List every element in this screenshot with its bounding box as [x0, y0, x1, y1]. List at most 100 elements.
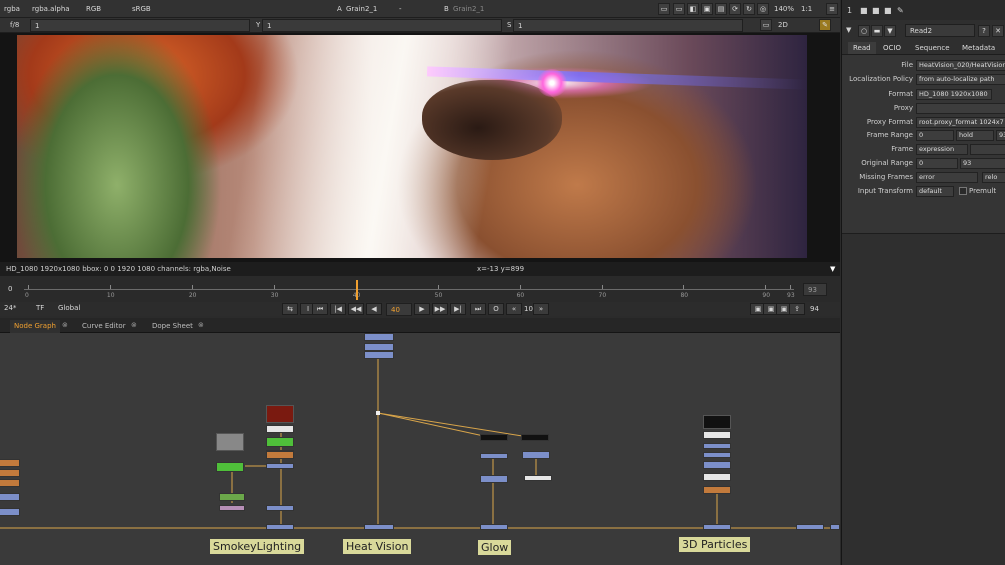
- proxy-field[interactable]: [916, 103, 1005, 114]
- backdrop-glow[interactable]: Glow: [478, 540, 512, 555]
- collapse-icon[interactable]: ▼: [846, 26, 851, 34]
- graph-node[interactable]: [703, 473, 731, 481]
- a-input-dropdown[interactable]: Grain2_1: [342, 3, 381, 16]
- graph-node[interactable]: [703, 452, 731, 458]
- file-path-field[interactable]: HeatVision_020/HeatVision: [916, 60, 1005, 71]
- tab-metadata[interactable]: Metadata: [957, 42, 1000, 54]
- tab-node-graph[interactable]: Node Graph: [10, 320, 60, 333]
- reload-button[interactable]: relo: [982, 172, 1005, 183]
- viewer-panel[interactable]: [0, 33, 840, 262]
- last-frame-icon[interactable]: ⏭: [470, 303, 486, 315]
- close-icon[interactable]: ⊗: [62, 321, 68, 329]
- graph-node[interactable]: [480, 434, 508, 441]
- localization-policy-dropdown[interactable]: from auto-localize path: [916, 74, 1005, 85]
- close-icon[interactable]: ⊗: [198, 321, 204, 329]
- zoom-dropdown[interactable]: 140%: [770, 3, 798, 16]
- tab-dope-sheet[interactable]: Dope Sheet: [148, 320, 197, 333]
- graph-node[interactable]: [703, 443, 731, 449]
- tab-read[interactable]: Read: [848, 42, 876, 54]
- graph-node[interactable]: [219, 493, 245, 501]
- settings-icon[interactable]: ≡: [826, 3, 838, 15]
- graph-node[interactable]: [703, 431, 731, 439]
- node-graph[interactable]: SmokeyLighting Heat Vision Glow 3D Parti…: [0, 333, 840, 565]
- close-panel-icon[interactable]: ✕: [992, 25, 1004, 37]
- compare-op-dropdown[interactable]: -: [395, 3, 406, 16]
- graph-node[interactable]: [219, 505, 245, 511]
- node-display-icon[interactable]: ▬: [871, 25, 883, 37]
- graph-node[interactable]: [266, 437, 294, 447]
- graph-node[interactable]: [216, 462, 244, 472]
- graph-node[interactable]: [364, 351, 394, 359]
- graph-node[interactable]: [0, 493, 20, 501]
- backdrop-smokey-lighting[interactable]: SmokeyLighting: [210, 539, 305, 554]
- current-frame-field[interactable]: 40: [386, 303, 412, 316]
- graph-node[interactable]: [0, 459, 20, 467]
- graph-node[interactable]: [0, 508, 20, 516]
- edit-icon[interactable]: ✎: [897, 6, 904, 15]
- frame-value-field[interactable]: [970, 144, 1005, 155]
- graph-node[interactable]: [522, 451, 550, 459]
- wipe-icon[interactable]: ▭: [673, 3, 685, 15]
- roi-icon[interactable]: ▭: [658, 3, 670, 15]
- graph-node[interactable]: [266, 463, 294, 469]
- scope-dropdown[interactable]: Global: [54, 302, 84, 315]
- view-mode-dropdown[interactable]: 2D: [774, 19, 792, 32]
- lut-dropdown[interactable]: sRGB: [128, 3, 155, 16]
- graph-node[interactable]: [364, 343, 394, 351]
- format-dropdown[interactable]: HD_1080 1920x1080: [916, 89, 992, 100]
- graph-node[interactable]: [266, 451, 294, 459]
- caret-down-icon[interactable]: ▼: [830, 262, 835, 276]
- pencil-icon[interactable]: ✎: [819, 19, 831, 31]
- play-icon[interactable]: ▶: [414, 303, 430, 315]
- node-name-field[interactable]: Read2: [905, 24, 975, 37]
- graph-node[interactable]: [364, 524, 394, 530]
- timeline-end[interactable]: 93: [803, 283, 827, 296]
- read-node-thumbnail[interactable]: [266, 405, 294, 423]
- viewer-image[interactable]: [17, 35, 807, 258]
- graph-node[interactable]: [703, 524, 731, 530]
- lock-icon[interactable]: ■: [860, 6, 868, 15]
- refresh-icon[interactable]: ↻: [743, 3, 755, 15]
- alpha-dropdown[interactable]: rgba.alpha: [28, 3, 74, 16]
- graph-node[interactable]: [266, 524, 294, 530]
- colorspace-dropdown[interactable]: RGB: [82, 3, 105, 16]
- premult-checkbox[interactable]: [959, 187, 967, 195]
- next-keyframe-icon[interactable]: ▶|: [450, 303, 466, 315]
- timeline-ruler[interactable]: [24, 289, 794, 290]
- lock-icon[interactable]: ◎: [757, 3, 769, 15]
- s-field[interactable]: 1: [513, 19, 743, 32]
- help-icon[interactable]: ?: [978, 25, 990, 37]
- frame-range-end-field[interactable]: 93: [996, 130, 1005, 141]
- graph-node[interactable]: [796, 524, 824, 530]
- graph-node[interactable]: [703, 461, 731, 469]
- timeline[interactable]: 0 010203040506070809093 93: [0, 276, 840, 302]
- step-back-icon[interactable]: ◀◀: [348, 303, 364, 315]
- missing-frames-dropdown[interactable]: error: [916, 172, 978, 183]
- channels-dropdown[interactable]: rgba: [0, 3, 24, 16]
- original-range-start-field[interactable]: 0: [916, 158, 958, 169]
- graph-node[interactable]: [480, 453, 508, 459]
- gamma-field[interactable]: 1: [262, 19, 502, 32]
- overlay-icon[interactable]: ◧: [687, 3, 699, 15]
- frame-mode-dropdown[interactable]: expression: [916, 144, 968, 155]
- graph-node[interactable]: [0, 479, 20, 487]
- export-icon[interactable]: ⇪: [789, 303, 805, 315]
- close-icon[interactable]: ⊗: [131, 321, 137, 329]
- fps-dropdown[interactable]: 24*: [0, 302, 20, 315]
- frame-icon[interactable]: ▭: [760, 19, 772, 31]
- tab-sequence[interactable]: Sequence: [910, 42, 955, 54]
- bounce-icon[interactable]: ⇆: [282, 303, 298, 315]
- clear-icon[interactable]: ■: [872, 6, 880, 15]
- graph-node[interactable]: [521, 434, 549, 441]
- playhead[interactable]: [355, 280, 358, 300]
- node-mask-icon[interactable]: ▼: [884, 25, 896, 37]
- prev-keyframe-icon[interactable]: |◀: [330, 303, 346, 315]
- graph-node[interactable]: [703, 486, 731, 494]
- clip-icon[interactable]: ▤: [715, 3, 727, 15]
- graph-node[interactable]: [480, 475, 508, 483]
- ratio-dropdown[interactable]: 1:1: [797, 3, 816, 16]
- frame-range-start-field[interactable]: 0: [916, 130, 954, 141]
- gain-field[interactable]: 1: [30, 19, 250, 32]
- graph-node[interactable]: [266, 505, 294, 511]
- node-color-icon[interactable]: ○: [858, 25, 870, 37]
